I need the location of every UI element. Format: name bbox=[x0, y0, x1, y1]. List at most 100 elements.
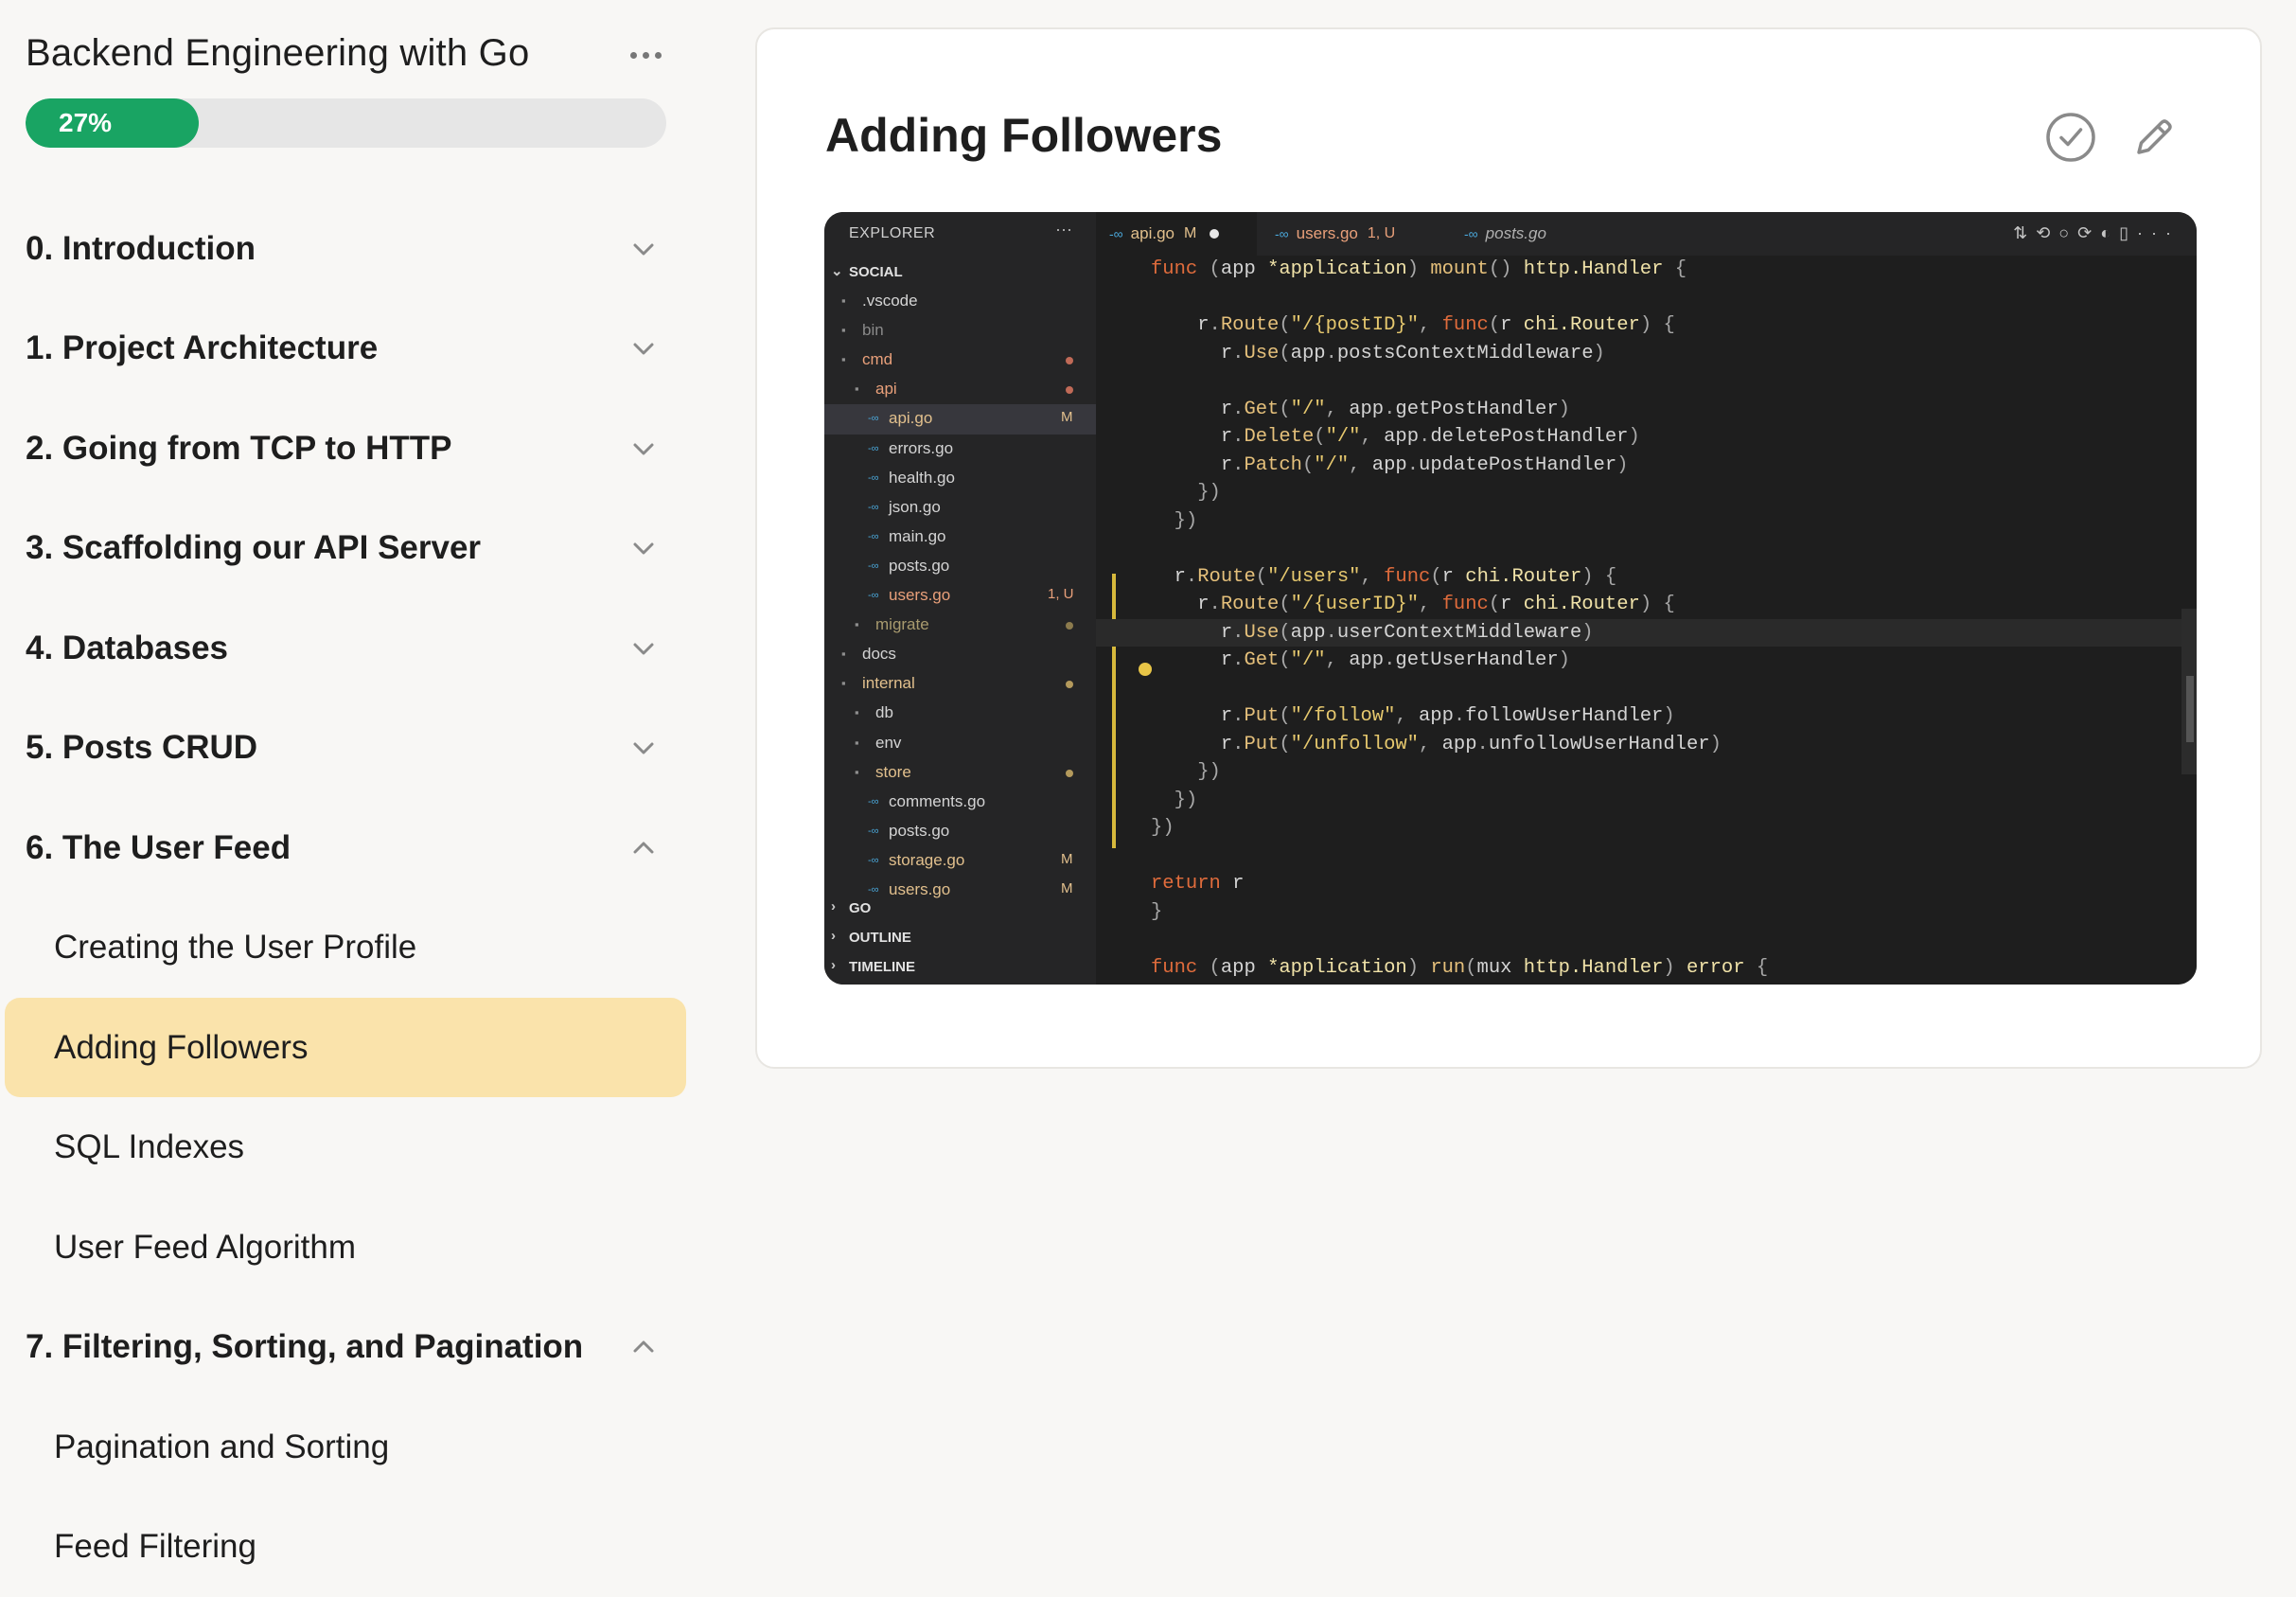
code-content: func (app *application) mount() http.Han… bbox=[1151, 256, 2197, 982]
code-line: r.Route("/{userID}", func(r chi.Router) … bbox=[1151, 591, 2197, 619]
go-file-icon: -∞ bbox=[868, 530, 889, 543]
folder-icon: ▪ bbox=[855, 766, 868, 779]
file-tree: ⌄SOCIAL▪.vscode▪bin▪cmd▪api-∞api.goM-∞er… bbox=[824, 257, 1096, 905]
chevron-down-icon: ⌄ bbox=[831, 262, 843, 279]
code-editor: func (app *application) mount() http.Han… bbox=[1096, 256, 2197, 985]
folder-icon: ▪ bbox=[855, 618, 868, 631]
code-line: ​ bbox=[1151, 284, 2197, 312]
lesson-title-label: Creating the User Profile bbox=[54, 929, 416, 967]
tree-item-name: db bbox=[875, 703, 893, 722]
tab-filename: posts.go bbox=[1486, 224, 1546, 243]
section-header[interactable]: 0. Introduction bbox=[0, 199, 700, 299]
section-header[interactable]: 1. Project Architecture bbox=[0, 299, 700, 399]
tree-item-name: cmd bbox=[862, 350, 892, 369]
git-status-dot bbox=[1066, 681, 1073, 688]
tree-file: -∞storage.goM bbox=[824, 846, 1096, 876]
code-line: ​ bbox=[1151, 675, 2197, 703]
edit-button[interactable] bbox=[2128, 111, 2181, 164]
tree-file: -∞posts.go bbox=[824, 552, 1096, 581]
go-file-icon: -∞ bbox=[1109, 226, 1123, 241]
course-header: Backend Engineering with Go bbox=[26, 27, 669, 83]
editor-tab: -∞users.go1, U bbox=[1262, 212, 1446, 256]
lesson-item[interactable]: User Feed Algorithm bbox=[0, 1198, 700, 1298]
folder-icon: ▪ bbox=[841, 324, 855, 337]
git-status-dot bbox=[1066, 357, 1073, 364]
more-options-button[interactable] bbox=[622, 36, 669, 74]
section-header[interactable]: 4. Databases bbox=[0, 598, 700, 699]
tab-filename: api.go bbox=[1131, 224, 1174, 243]
tree-folder: ▪api bbox=[824, 375, 1096, 404]
chevron-right-icon: › bbox=[831, 898, 836, 914]
lesson-item[interactable]: Feed Filtering bbox=[0, 1498, 700, 1597]
lesson-item-active[interactable]: Adding Followers bbox=[0, 998, 700, 1098]
go-file-icon: -∞ bbox=[868, 471, 889, 485]
section-title: 3. Scaffolding our API Server bbox=[26, 529, 481, 567]
mark-complete-button[interactable] bbox=[2044, 111, 2097, 164]
tree-folder: ▪ bin bbox=[824, 316, 1096, 346]
go-file-icon: -∞ bbox=[868, 412, 889, 425]
tree-item-name: bin bbox=[862, 321, 884, 340]
section-header[interactable]: 3. Scaffolding our API Server bbox=[0, 499, 700, 599]
tree-item-name: posts.go bbox=[889, 822, 949, 841]
tree-file: -∞json.go bbox=[824, 493, 1096, 523]
chevron-up-icon bbox=[630, 1334, 657, 1360]
explorer-section: › OUTLINE bbox=[824, 923, 1096, 952]
tree-item-name: posts.go bbox=[889, 557, 949, 576]
lesson-item[interactable]: Pagination and Sorting bbox=[0, 1397, 700, 1498]
course-sidebar: Backend Engineering with Go 27% 0. Intro… bbox=[0, 0, 700, 1592]
course-title: Backend Engineering with Go bbox=[26, 32, 529, 75]
chevron-up-icon bbox=[630, 835, 657, 861]
tree-file: -∞errors.go bbox=[824, 435, 1096, 464]
check-circle-icon bbox=[2044, 111, 2097, 164]
code-line: }) bbox=[1151, 758, 2197, 787]
go-file-icon: -∞ bbox=[868, 589, 889, 602]
tree-item-name: health.go bbox=[889, 469, 955, 488]
code-line: r.Use(app.userContextMiddleware) bbox=[1096, 619, 2197, 648]
tree-item-name: api bbox=[875, 380, 897, 399]
chevron-down-icon bbox=[630, 435, 657, 462]
code-line: } bbox=[1151, 898, 2197, 927]
code-line: r.Get("/", app.getPostHandler) bbox=[1151, 396, 2197, 424]
git-status-badge: M bbox=[1061, 409, 1073, 425]
lesson-video[interactable]: EXPLORER ··· ⌄SOCIAL▪.vscode▪bin▪cmd▪api… bbox=[824, 212, 2197, 985]
editor-tabs: ⇅⟲○⟳◐▯··· -∞api.goM-∞users.go1, U-∞posts… bbox=[1096, 212, 2197, 256]
tree-item-name: users.go bbox=[889, 586, 950, 605]
tab-git-badge: M bbox=[1184, 225, 1196, 242]
code-line: r.Route("/{postID}", func(r chi.Router) … bbox=[1151, 311, 2197, 340]
tree-folder: ▪migrate bbox=[824, 611, 1096, 640]
lesson-title-label: Adding Followers bbox=[54, 1029, 308, 1067]
folder-icon: ▪ bbox=[855, 706, 868, 719]
go-file-icon: -∞ bbox=[868, 442, 889, 455]
go-file-icon: -∞ bbox=[1464, 226, 1478, 241]
vscode-explorer-panel: EXPLORER ··· ⌄SOCIAL▪.vscode▪bin▪cmd▪api… bbox=[824, 212, 1096, 985]
lesson-item[interactable]: SQL Indexes bbox=[0, 1098, 700, 1198]
tab-filename: users.go bbox=[1297, 224, 1358, 243]
go-file-icon: -∞ bbox=[868, 559, 889, 573]
tree-folder: ▪env bbox=[824, 729, 1096, 758]
editor-tab: -∞ posts.go bbox=[1451, 212, 1574, 256]
lesson-card: Adding Followers EXPLORER ··· ⌄SOCIAL▪.v… bbox=[755, 27, 2262, 1069]
section-header[interactable]: 6. The User Feed bbox=[0, 798, 700, 898]
chevron-right-icon: › bbox=[831, 928, 836, 944]
explorer-section-title: OUTLINE bbox=[849, 930, 911, 946]
section-header[interactable]: 2. Going from TCP to HTTP bbox=[0, 399, 700, 499]
chevron-down-icon bbox=[630, 535, 657, 561]
folder-icon: ▪ bbox=[841, 677, 855, 690]
git-status-badge: 1, U bbox=[1048, 586, 1074, 602]
tree-item-name: docs bbox=[862, 645, 896, 664]
lesson-item[interactable]: Creating the User Profile bbox=[0, 898, 700, 999]
tree-item-name: storage.go bbox=[889, 851, 964, 870]
code-line: func (app *application) run(mux http.Han… bbox=[1151, 954, 2197, 983]
section-header[interactable]: 7. Filtering, Sorting, and Pagination bbox=[0, 1298, 700, 1398]
go-file-icon: -∞ bbox=[1275, 226, 1289, 241]
folder-icon: ▪ bbox=[841, 353, 855, 366]
editor-scroll-thumb bbox=[2186, 676, 2194, 742]
section-header[interactable]: 5. Posts CRUD bbox=[0, 699, 700, 799]
code-line: ​ bbox=[1151, 535, 2197, 563]
explorer-more-icon: ··· bbox=[1055, 220, 1072, 240]
explorer-section-title: TIMELINE bbox=[849, 959, 915, 975]
tree-file: -∞posts.go bbox=[824, 817, 1096, 846]
code-line: ​ bbox=[1151, 926, 2197, 954]
tree-file: -∞api.goM bbox=[824, 404, 1096, 434]
explorer-root: ⌄SOCIAL bbox=[824, 257, 1096, 287]
